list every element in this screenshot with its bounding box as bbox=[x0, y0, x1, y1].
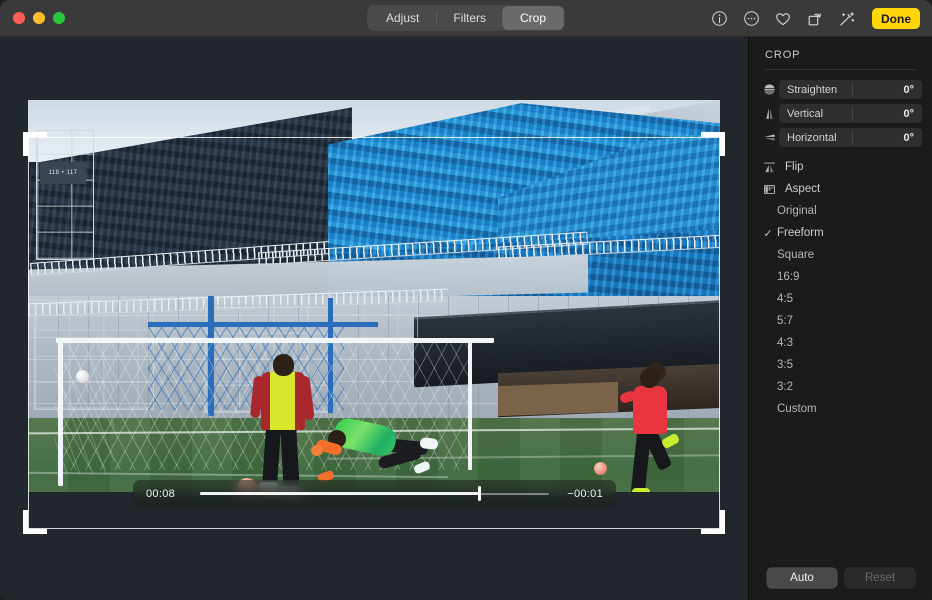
info-icon[interactable] bbox=[709, 9, 729, 29]
aspect-option-4-3[interactable]: 4:3 bbox=[759, 332, 922, 354]
aspect-option-3-5[interactable]: 3:5 bbox=[759, 354, 922, 376]
remaining-time: −00:01 bbox=[563, 488, 603, 500]
toolbar-actions: Done bbox=[709, 0, 920, 37]
traffic-lights bbox=[13, 12, 65, 24]
tab-adjust[interactable]: Adjust bbox=[369, 7, 436, 29]
aspect-option-original[interactable]: Original bbox=[759, 200, 922, 222]
panel-title: CROP bbox=[749, 37, 932, 69]
done-button[interactable]: Done bbox=[872, 8, 920, 29]
horizontal-value: 0° bbox=[903, 132, 914, 144]
auto-button[interactable]: Auto bbox=[767, 568, 837, 588]
edit-mode-tabs: Adjust Filters Crop bbox=[368, 6, 564, 30]
vertical-label: Vertical bbox=[779, 108, 823, 120]
auto-enhance-wand-icon[interactable] bbox=[837, 9, 857, 29]
photo-preview[interactable]: 118 • 117 bbox=[28, 100, 720, 492]
menu-row-flip[interactable]: Flip bbox=[759, 156, 922, 178]
aspect-options-list: Original ✓ Freeform Square 16:9 4:5 5:7 bbox=[749, 200, 932, 420]
rotate-icon[interactable] bbox=[805, 9, 825, 29]
aspect-icon bbox=[759, 183, 779, 196]
vertical-perspective-icon bbox=[759, 107, 779, 120]
favorite-heart-icon[interactable] bbox=[773, 9, 793, 29]
slider-row-straighten[interactable]: Straighten 0° bbox=[759, 80, 922, 99]
flip-label: Flip bbox=[785, 161, 804, 173]
more-options-icon[interactable] bbox=[741, 9, 761, 29]
panel-footer-buttons: Auto Reset bbox=[749, 568, 932, 588]
close-window-button[interactable] bbox=[13, 12, 25, 24]
vertical-value: 0° bbox=[903, 108, 914, 120]
crop-handle-bottom-left[interactable] bbox=[23, 510, 47, 534]
straighten-icon bbox=[759, 83, 779, 96]
horizontal-label: Horizontal bbox=[779, 132, 837, 144]
title-bar: Adjust Filters Crop bbox=[0, 0, 932, 37]
video-scrubber[interactable]: 00:08 −00:01 bbox=[133, 480, 616, 507]
aspect-option-square[interactable]: Square bbox=[759, 244, 922, 266]
aspect-option-custom[interactable]: Custom bbox=[759, 398, 922, 420]
reset-button: Reset bbox=[845, 568, 915, 588]
photo-editor-window: Adjust Filters Crop bbox=[0, 0, 932, 600]
straighten-value: 0° bbox=[903, 84, 914, 96]
image-canvas[interactable]: 118 • 117 bbox=[0, 37, 748, 600]
horizontal-control[interactable]: Horizontal 0° bbox=[779, 128, 922, 147]
straighten-label: Straighten bbox=[779, 84, 837, 96]
crop-handle-bottom-right[interactable] bbox=[701, 510, 725, 534]
menu-row-aspect[interactable]: Aspect bbox=[759, 178, 922, 200]
straighten-control[interactable]: Straighten 0° bbox=[779, 80, 922, 99]
aspect-option-5-7[interactable]: 5:7 bbox=[759, 310, 922, 332]
stadium-photo: 118 • 117 bbox=[28, 100, 720, 492]
crop-edge-bottom[interactable] bbox=[28, 528, 720, 529]
scrubber-track[interactable] bbox=[200, 487, 549, 501]
slider-row-vertical[interactable]: Vertical 0° bbox=[759, 104, 922, 123]
flip-icon bbox=[759, 161, 779, 174]
aspect-label: Aspect bbox=[785, 183, 820, 195]
elapsed-time: 00:08 bbox=[146, 488, 186, 500]
crop-panel: CROP Straighten 0° bbox=[748, 37, 932, 600]
horizontal-perspective-icon bbox=[759, 131, 779, 144]
tab-crop[interactable]: Crop bbox=[503, 7, 563, 29]
checkmark-icon: ✓ bbox=[759, 227, 777, 240]
aspect-option-3-2[interactable]: 3:2 bbox=[759, 376, 922, 398]
aspect-option-16-9[interactable]: 16:9 bbox=[759, 266, 922, 288]
panel-divider bbox=[765, 69, 916, 70]
aspect-option-freeform[interactable]: ✓ Freeform bbox=[759, 222, 922, 244]
slider-row-horizontal[interactable]: Horizontal 0° bbox=[759, 128, 922, 147]
aspect-option-4-5[interactable]: 4:5 bbox=[759, 288, 922, 310]
tab-filters[interactable]: Filters bbox=[436, 7, 503, 29]
minimize-window-button[interactable] bbox=[33, 12, 45, 24]
playhead-handle[interactable] bbox=[478, 486, 481, 501]
vertical-control[interactable]: Vertical 0° bbox=[779, 104, 922, 123]
maximize-window-button[interactable] bbox=[53, 12, 65, 24]
